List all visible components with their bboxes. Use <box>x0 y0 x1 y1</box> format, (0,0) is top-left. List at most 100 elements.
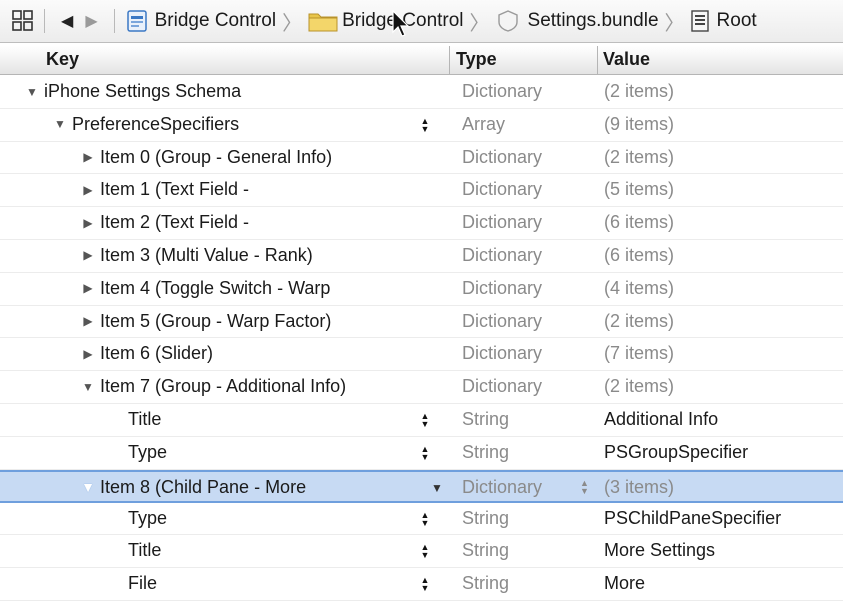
column-header-value[interactable]: Value <box>603 49 650 70</box>
row-key: Item 2 (Text Field - <box>100 212 250 233</box>
table-row[interactable]: ▼ iPhone Settings Schema Dictionary (2 i… <box>0 76 843 109</box>
row-key: Title <box>128 408 162 429</box>
row-type: String <box>462 507 510 528</box>
row-type: String <box>462 441 510 462</box>
row-value: (7 items) <box>604 343 675 364</box>
row-type: Dictionary <box>462 212 543 233</box>
breadcrumb-label: Bridge Control <box>154 10 277 31</box>
row-key: Type <box>128 441 168 462</box>
row-value: (6 items) <box>604 244 675 265</box>
table-row[interactable]: ▶ Item 6 (Slider) Dictionary (7 items) <box>0 338 843 372</box>
row-value: (2 items) <box>604 81 675 101</box>
row-value: (4 items) <box>604 277 675 298</box>
row-value: (2 items) <box>604 310 675 331</box>
toolbar-divider <box>113 9 115 33</box>
folder-icon <box>308 10 338 32</box>
row-value[interactable]: PSChildPaneSpecifier <box>604 508 781 529</box>
table-row[interactable]: ▶ Item 1 (Text Field - Dictionary (5 ite… <box>0 174 843 208</box>
disclosure-expanded-icon[interactable]: ▼ <box>80 479 96 495</box>
row-value: (9 items) <box>604 113 675 134</box>
disclosure-collapsed-icon[interactable]: ▶ <box>80 281 96 295</box>
row-value: (6 items) <box>604 212 675 233</box>
table-row[interactable]: ▶ Item 2 (Text Field - Dictionary (6 ite… <box>0 207 843 240</box>
key-dropdown-icon[interactable]: ▼ <box>431 481 443 495</box>
table-row[interactable]: ▶ Item 4 (Toggle Switch - Warp Dictionar… <box>0 273 843 306</box>
breadcrumb-chevron-icon: 〉 <box>469 12 490 35</box>
row-key: Item 8 (Child Pane - More <box>100 476 307 497</box>
table-row[interactable]: ▶ Item 0 (Group - General Info) Dictiona… <box>0 142 843 175</box>
disclosure-collapsed-icon[interactable]: ▶ <box>80 347 96 361</box>
row-key: Type <box>128 507 168 528</box>
column-header-key[interactable]: Key <box>46 49 79 70</box>
row-type: Dictionary <box>462 343 543 364</box>
row-value[interactable]: More <box>604 573 645 594</box>
type-stepper-icon[interactable]: ▲ ▼ <box>420 510 430 528</box>
type-stepper-icon[interactable]: ▲ ▼ <box>420 444 430 462</box>
disclosure-collapsed-icon[interactable]: ▶ <box>80 248 96 262</box>
bundle-icon <box>496 9 520 33</box>
breadcrumb-bundle[interactable]: Settings.bundle <box>496 9 659 33</box>
disclosure-expanded-icon[interactable]: ▼ <box>24 85 40 99</box>
row-type: Dictionary <box>462 179 543 200</box>
row-type: String <box>462 573 510 594</box>
related-items-grid-icon[interactable] <box>12 10 34 32</box>
back-arrow-icon[interactable]: ◀ <box>61 11 73 31</box>
table-row[interactable]: Type ▲ ▼ String PSChildPaneSpecifier <box>0 503 843 536</box>
row-type: Dictionary <box>462 81 543 101</box>
type-stepper-icon[interactable]: ▲ ▼ <box>420 542 430 560</box>
disclosure-collapsed-icon[interactable]: ▶ <box>80 314 96 328</box>
row-type: Array <box>462 113 506 134</box>
breadcrumb-label: Settings.bundle <box>527 10 659 31</box>
table-row[interactable]: Type ▲ ▼ String PSGroupSpecifier <box>0 437 843 470</box>
row-key: Item 1 (Text Field - <box>100 179 250 200</box>
row-type: String <box>462 408 510 429</box>
type-stepper-icon[interactable]: ▲ ▼ <box>420 116 430 134</box>
table-row[interactable]: ▼ PreferenceSpecifiers ▲ ▼ Array (9 items… <box>0 109 843 142</box>
disclosure-collapsed-icon[interactable]: ▶ <box>80 216 96 230</box>
column-header-type[interactable]: Type <box>456 49 497 70</box>
disclosure-expanded-icon[interactable]: ▼ <box>52 117 68 131</box>
table-row[interactable]: Title ▲ ▼ String Additional Info <box>0 404 843 437</box>
table-row[interactable]: ▶ Item 5 (Group - Warp Factor) Dictionar… <box>0 306 843 339</box>
row-key: PreferenceSpecifiers <box>72 113 240 134</box>
column-divider[interactable] <box>449 46 450 74</box>
row-value: (3 items) <box>604 476 675 497</box>
forward-arrow-icon[interactable]: ▶ <box>85 11 97 31</box>
row-type: Dictionary <box>462 310 543 331</box>
row-key: File <box>128 573 158 594</box>
table-row[interactable]: ▶ Item 3 (Multi Value - Rank) Dictionary… <box>0 240 843 273</box>
table-row[interactable]: ▼ Item 7 (Group - Additional Info) Dicti… <box>0 371 843 404</box>
column-header: Key Type Value <box>0 46 843 75</box>
row-value: (2 items) <box>604 376 675 397</box>
row-key: Item 5 (Group - Warp Factor) <box>100 310 332 331</box>
type-stepper-icon[interactable]: ▲ ▼ <box>420 575 430 593</box>
disclosure-collapsed-icon[interactable]: ▶ <box>80 183 96 197</box>
type-stepper-icon[interactable]: ▲ ▼ <box>580 478 589 495</box>
row-key: iPhone Settings Schema <box>44 81 242 101</box>
table-row[interactable]: Title ▲ ▼ String More Settings <box>0 535 843 569</box>
row-value[interactable]: More Settings <box>604 540 715 561</box>
disclosure-collapsed-icon[interactable]: ▶ <box>80 150 96 164</box>
row-value[interactable]: PSGroupSpecifier <box>604 442 748 463</box>
column-divider[interactable] <box>597 46 598 74</box>
table-row[interactable]: File ▲ ▼ String More <box>0 568 843 601</box>
xcode-project-icon <box>126 10 147 32</box>
type-stepper-icon[interactable]: ▲ ▼ <box>420 411 430 429</box>
breadcrumb-group[interactable]: Bridge Control <box>308 10 464 32</box>
row-type: Dictionary <box>462 244 543 265</box>
row-value[interactable]: Additional Info <box>604 409 718 430</box>
plist-document-icon <box>690 10 709 32</box>
row-type: String <box>462 540 510 561</box>
breadcrumb-chevron-icon: 〉 <box>282 12 303 35</box>
row-value: (2 items) <box>604 146 675 167</box>
breadcrumb-chevron-icon: 〉 <box>664 12 685 35</box>
breadcrumb-project[interactable]: Bridge Control <box>125 10 276 32</box>
row-type: Dictionary <box>462 476 543 497</box>
toolbar-divider <box>44 9 45 33</box>
table-row-selected[interactable]: ▼ Item 8 (Child Pane - More ▼ Dictionary… <box>0 469 843 503</box>
row-type: Dictionary <box>462 376 543 397</box>
row-key: Item 3 (Multi Value - Rank) <box>100 244 313 265</box>
row-key: Item 4 (Toggle Switch - Warp <box>100 277 331 298</box>
disclosure-expanded-icon[interactable]: ▼ <box>80 380 96 394</box>
breadcrumb-root[interactable]: Root <box>690 10 757 32</box>
